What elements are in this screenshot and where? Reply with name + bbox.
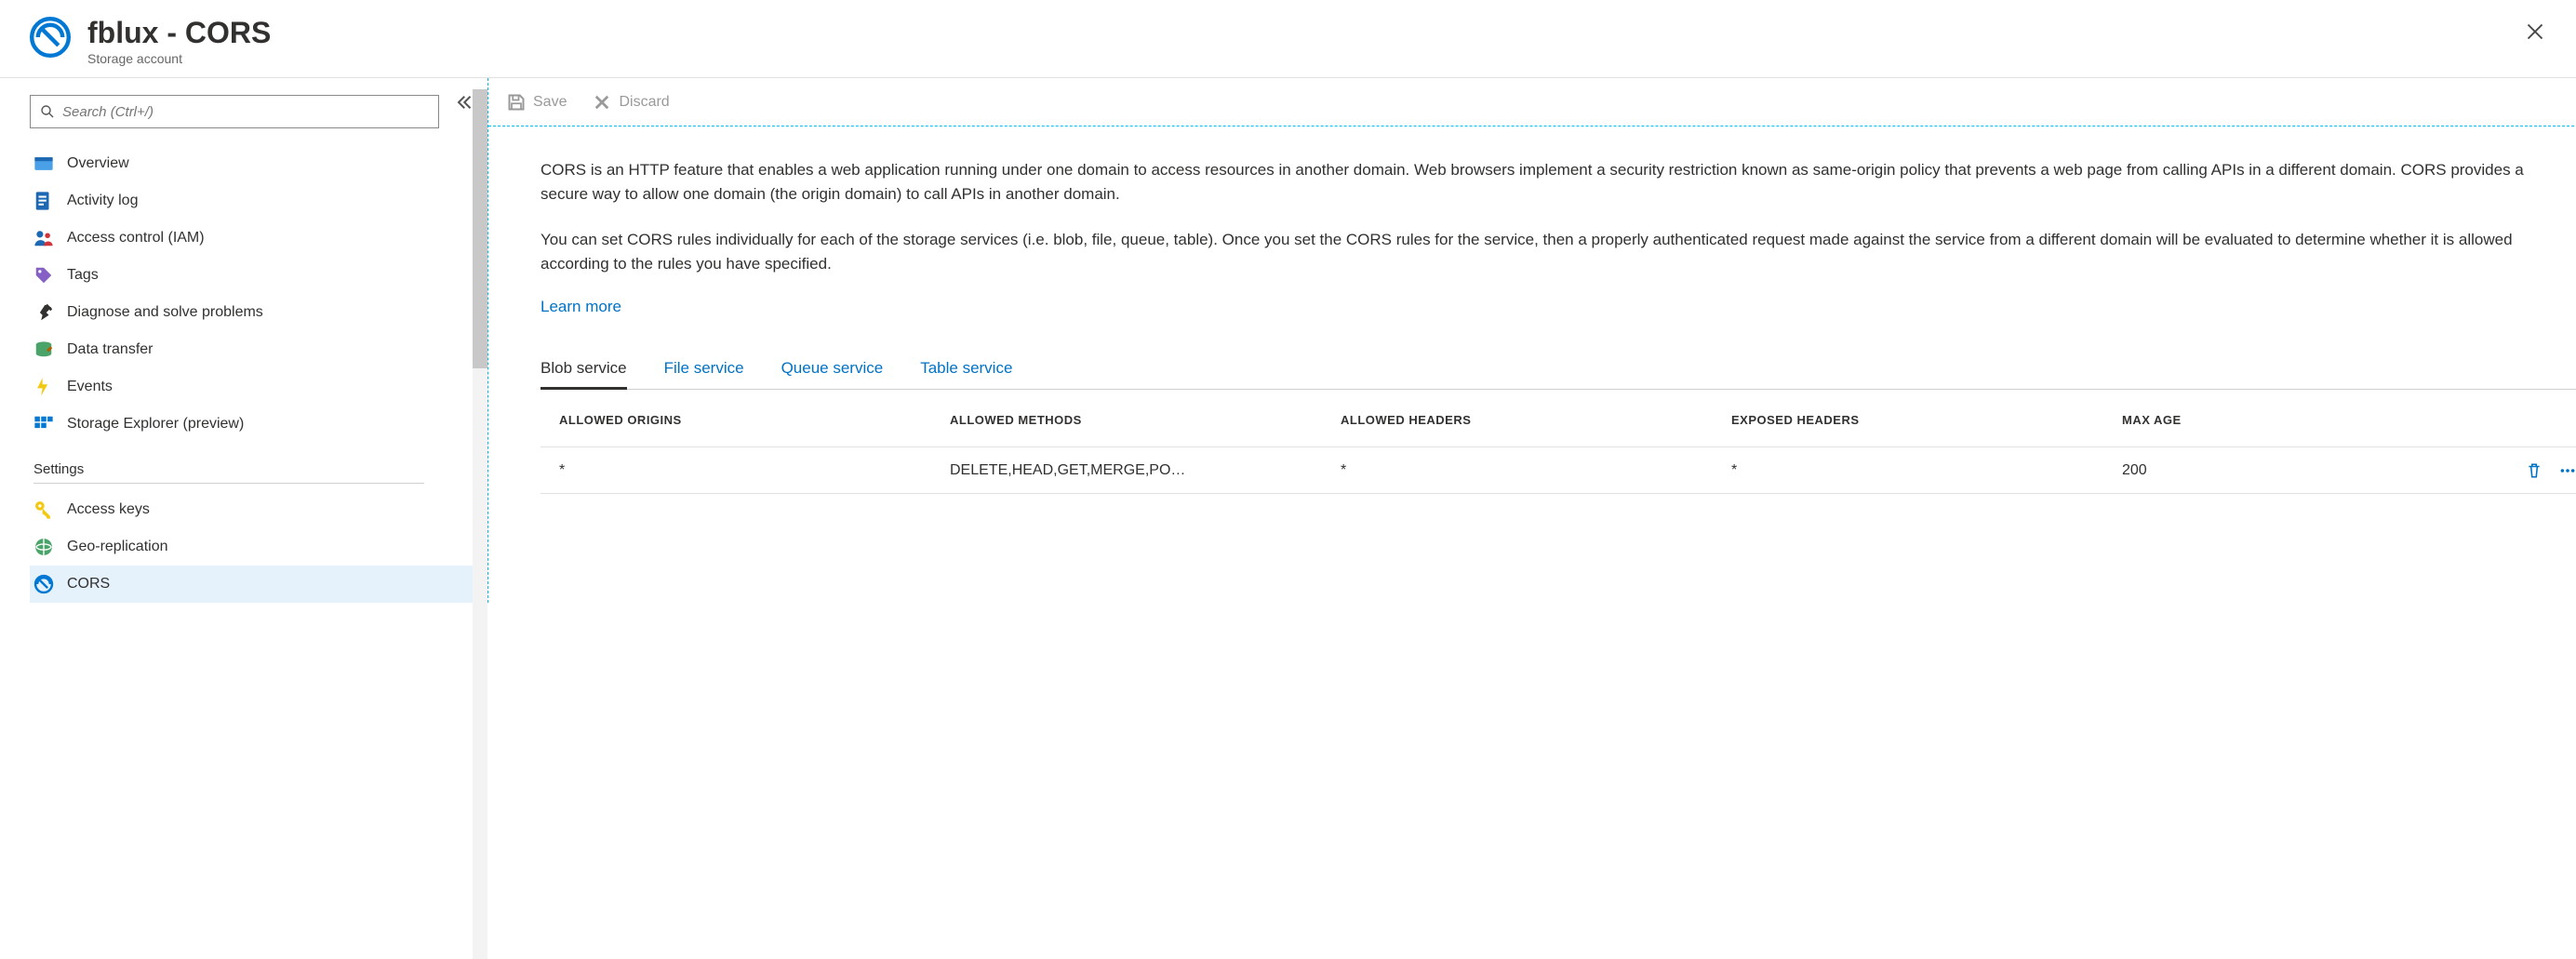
section-divider — [33, 483, 424, 484]
tags-icon — [33, 265, 54, 286]
nav-label: Geo-replication — [67, 539, 168, 555]
cell-maxage: 200 — [2122, 462, 2476, 479]
description-p1: CORS is an HTTP feature that enables a w… — [541, 158, 2569, 206]
blade-subtitle: Storage account — [87, 51, 2520, 66]
nav-label: Access control (IAM) — [67, 230, 205, 246]
blade-title: fblux - CORS — [87, 17, 2520, 49]
resource-menu: Overview Activity log Access control (IA… — [0, 78, 487, 603]
nav-label: Activity log — [67, 193, 138, 209]
close-button[interactable] — [2520, 17, 2550, 47]
nav-events[interactable]: Events — [30, 368, 487, 406]
nav-tags[interactable]: Tags — [30, 257, 487, 294]
nav-label: CORS — [67, 576, 110, 593]
scrollbar-thumb[interactable] — [473, 89, 487, 368]
more-icon[interactable] — [2559, 462, 2576, 479]
cell-aheaders: * — [1341, 462, 1731, 479]
tab-queue[interactable]: Queue service — [781, 350, 884, 389]
table-row[interactable]: * DELETE,HEAD,GET,MERGE,PO… * * 200 — [541, 447, 2576, 494]
diagnose-icon — [33, 302, 54, 323]
save-icon — [507, 93, 526, 112]
nav-access-control[interactable]: Access control (IAM) — [30, 220, 487, 257]
storage-explorer-icon — [33, 414, 54, 434]
nav-cors[interactable]: CORS — [30, 566, 487, 603]
data-transfer-icon — [33, 340, 54, 360]
table-header: ALLOWED ORIGINS ALLOWED METHODS ALLOWED … — [541, 393, 2576, 447]
discard-icon — [593, 93, 611, 112]
nav-label: Tags — [67, 267, 99, 284]
cors-icon — [33, 574, 54, 594]
nav-diagnose[interactable]: Diagnose and solve problems — [30, 294, 487, 331]
close-icon — [2526, 22, 2544, 41]
content-pane: Save Discard CORS is an HTTP feature tha… — [487, 78, 2576, 603]
sidebar-scrollbar[interactable] — [473, 89, 487, 959]
menu-search[interactable] — [30, 95, 439, 128]
description-p2: You can set CORS rules individually for … — [541, 228, 2569, 275]
nav-geo-replication[interactable]: Geo-replication — [30, 528, 487, 566]
col-allowed-methods: ALLOWED METHODS — [950, 413, 1341, 427]
nav-access-keys[interactable]: Access keys — [30, 491, 487, 528]
collapse-button[interactable] — [454, 93, 473, 114]
nav-overview[interactable]: Overview — [30, 145, 487, 182]
search-icon — [40, 104, 55, 119]
cors-table: ALLOWED ORIGINS ALLOWED METHODS ALLOWED … — [541, 393, 2576, 494]
nav-activity-log[interactable]: Activity log — [30, 182, 487, 220]
delete-row-icon[interactable] — [2526, 462, 2543, 479]
activity-log-icon — [33, 191, 54, 211]
nav-label: Storage Explorer (preview) — [67, 416, 244, 433]
col-max-age: MAX AGE — [2122, 413, 2476, 427]
nav-storage-explorer[interactable]: Storage Explorer (preview) — [30, 406, 487, 443]
blade-header: fblux - CORS Storage account — [0, 0, 2576, 78]
save-label: Save — [533, 94, 567, 111]
col-allowed-origins: ALLOWED ORIGINS — [559, 413, 950, 427]
cell-eheaders: * — [1731, 462, 2122, 479]
discard-label: Discard — [619, 94, 669, 111]
command-bar: Save Discard — [488, 78, 2576, 127]
cell-origins: * — [559, 462, 950, 479]
tab-table[interactable]: Table service — [920, 350, 1012, 389]
save-button[interactable]: Save — [507, 93, 567, 112]
discard-button[interactable]: Discard — [593, 93, 669, 112]
access-keys-icon — [33, 499, 54, 520]
nav-label: Data transfer — [67, 341, 153, 358]
nav-label: Overview — [67, 155, 129, 172]
tab-file[interactable]: File service — [664, 350, 744, 389]
col-allowed-headers: ALLOWED HEADERS — [1341, 413, 1731, 427]
nav-label: Access keys — [67, 501, 150, 518]
events-icon — [33, 377, 54, 397]
cell-methods: DELETE,HEAD,GET,MERGE,PO… — [950, 462, 1341, 479]
tab-blob[interactable]: Blob service — [541, 350, 627, 390]
nav-label: Events — [67, 379, 113, 395]
col-exposed-headers: EXPOSED HEADERS — [1731, 413, 2122, 427]
menu-search-input[interactable] — [62, 104, 429, 120]
learn-more-link[interactable]: Learn more — [541, 298, 621, 316]
service-tabs: Blob service File service Queue service … — [541, 350, 2576, 390]
nav-label: Diagnose and solve problems — [67, 304, 263, 321]
storage-account-icon — [30, 17, 71, 58]
nav-data-transfer[interactable]: Data transfer — [30, 331, 487, 368]
overview-icon — [33, 153, 54, 174]
settings-heading: Settings — [33, 461, 487, 477]
chevron-double-left-icon — [454, 93, 473, 112]
access-control-icon — [33, 228, 54, 248]
geo-replication-icon — [33, 537, 54, 557]
